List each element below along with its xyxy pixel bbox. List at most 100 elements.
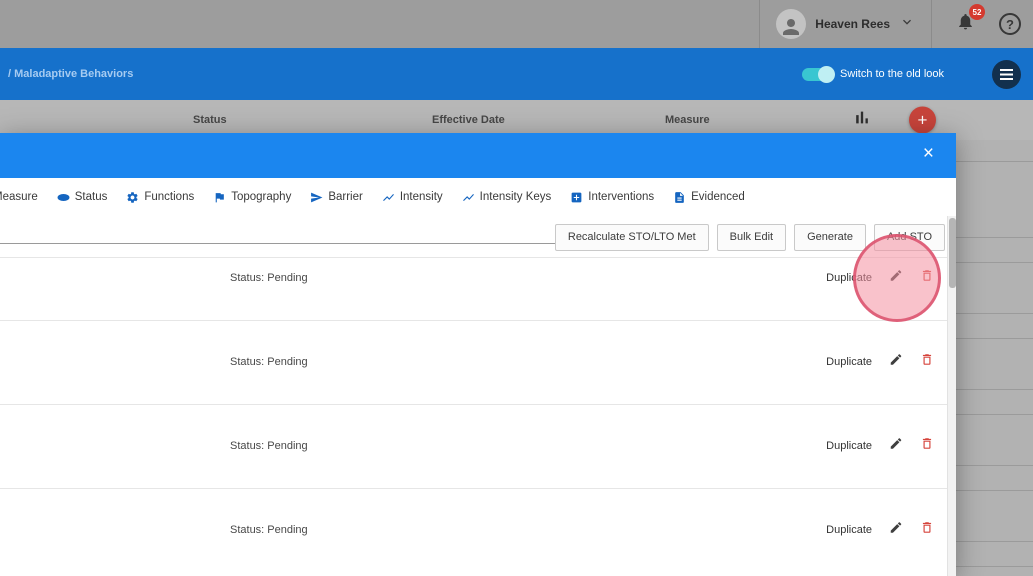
delete-button[interactable] [920,437,934,456]
pencil-icon [889,269,903,283]
tab-status[interactable]: Status [57,191,108,204]
chevron-down-icon [899,14,915,35]
tab-label: Intensity Keys [480,191,552,203]
row-divider [956,313,1033,314]
tab-evidenced[interactable]: Evidenced [673,191,745,204]
sto-row: Status: Pending Duplicate [0,432,956,460]
line-chart-icon [462,191,475,204]
tab-label: Evidenced [691,191,745,203]
row-divider [956,541,1033,542]
add-sto-button[interactable]: Add STO [874,224,945,251]
row-divider [956,414,1033,415]
dimmed-page-rows [956,140,1033,576]
sto-row: Status: Pending Duplicate [0,348,956,376]
tab-label: Barrier [328,191,363,203]
tab-measure[interactable]: Measure [0,191,38,204]
delete-button[interactable] [920,353,934,372]
help-symbol: ? [1006,17,1014,32]
plus-icon: + [918,110,928,130]
delete-button[interactable] [920,521,934,540]
document-icon [673,191,686,204]
header-actions: Heaven Rees 52 ? [759,0,1033,48]
row-divider [0,488,956,489]
generate-button[interactable]: Generate [794,224,866,251]
row-divider [956,566,1033,567]
pencil-icon [889,521,903,535]
sto-status-text: Status: Pending [230,440,308,452]
user-menu[interactable]: Heaven Rees [759,0,932,48]
tab-intensity[interactable]: Intensity [382,191,443,204]
modal-tab-bar: Measure Status Functions Topography Barr… [0,178,956,216]
row-divider [956,490,1033,491]
hamburger-icon [1000,69,1013,80]
duplicate-button[interactable]: Duplicate [826,272,872,284]
pencil-icon [889,437,903,451]
sto-row: Status: Pending Duplicate [0,516,956,544]
column-header-effective-date: Effective Date [432,114,505,126]
person-icon [779,15,803,39]
chart-view-icon[interactable] [852,108,872,133]
trash-icon [920,521,934,535]
edit-button[interactable] [889,437,903,456]
nav-bar: / Maladaptive Behaviors Switch to the ol… [0,48,1033,100]
barrier-icon [310,191,323,204]
modal-toolbar: Recalculate STO/LTO Met Bulk Edit Genera… [0,216,956,258]
line-chart-icon [382,191,395,204]
add-behavior-button[interactable]: + [909,107,936,134]
row-divider [0,404,956,405]
modal-scrollbar[interactable] [947,216,956,576]
bulk-edit-button[interactable]: Bulk Edit [717,224,786,251]
edit-button[interactable] [889,353,903,372]
avatar [776,9,806,39]
gear-icon [126,191,139,204]
tab-functions[interactable]: Functions [126,191,194,204]
row-divider [956,465,1033,466]
nav-right: Switch to the old look [802,48,1033,100]
row-divider [956,237,1033,238]
old-look-toggle[interactable] [802,68,832,81]
notification-badge: 52 [969,4,985,20]
tab-label: Measure [0,191,38,203]
row-divider [956,338,1033,339]
sto-row: Status: Pending Duplicate [0,264,956,292]
trash-icon [920,353,934,367]
tab-barrier[interactable]: Barrier [310,191,363,204]
sto-status-text: Status: Pending [230,356,308,368]
menu-button[interactable] [992,60,1021,89]
notifications-button[interactable]: 52 [956,12,975,36]
flag-icon [213,191,226,204]
breadcrumb[interactable]: / Maladaptive Behaviors [8,68,133,80]
close-button[interactable]: × [923,144,934,163]
recalculate-sto-lto-button[interactable]: Recalculate STO/LTO Met [555,224,709,251]
plus-square-icon [570,191,583,204]
edit-button[interactable] [889,269,903,288]
edit-button[interactable] [889,521,903,540]
behavior-details-modal: × Measure Status Functions Topography Ba… [0,133,956,576]
tab-intensity-keys[interactable]: Intensity Keys [462,191,552,204]
row-divider [0,320,956,321]
delete-button[interactable] [920,269,934,288]
top-header: Heaven Rees 52 ? [0,0,1033,48]
column-header-status: Status [193,114,227,126]
pencil-icon [889,353,903,367]
duplicate-button[interactable]: Duplicate [826,356,872,368]
duplicate-button[interactable]: Duplicate [826,524,872,536]
toggle-knob [818,66,835,83]
row-divider [956,389,1033,390]
tab-topography[interactable]: Topography [213,191,291,204]
modal-scrollbar-thumb[interactable] [949,218,956,288]
old-look-toggle-label: Switch to the old look [840,68,944,80]
tab-label: Intensity [400,191,443,203]
screen: Heaven Rees 52 ? / Maladaptive Behaviors… [0,0,1033,576]
tab-label: Functions [144,191,194,203]
duplicate-button[interactable]: Duplicate [826,440,872,452]
toolbar-divider [0,257,956,258]
column-header-measure: Measure [665,114,710,126]
tab-label: Interventions [588,191,654,203]
sto-status-text: Status: Pending [230,524,308,536]
tab-label: Status [75,191,108,203]
tab-interventions[interactable]: Interventions [570,191,654,204]
help-button[interactable]: ? [999,13,1021,35]
trash-icon [920,437,934,451]
user-name: Heaven Rees [815,17,890,31]
